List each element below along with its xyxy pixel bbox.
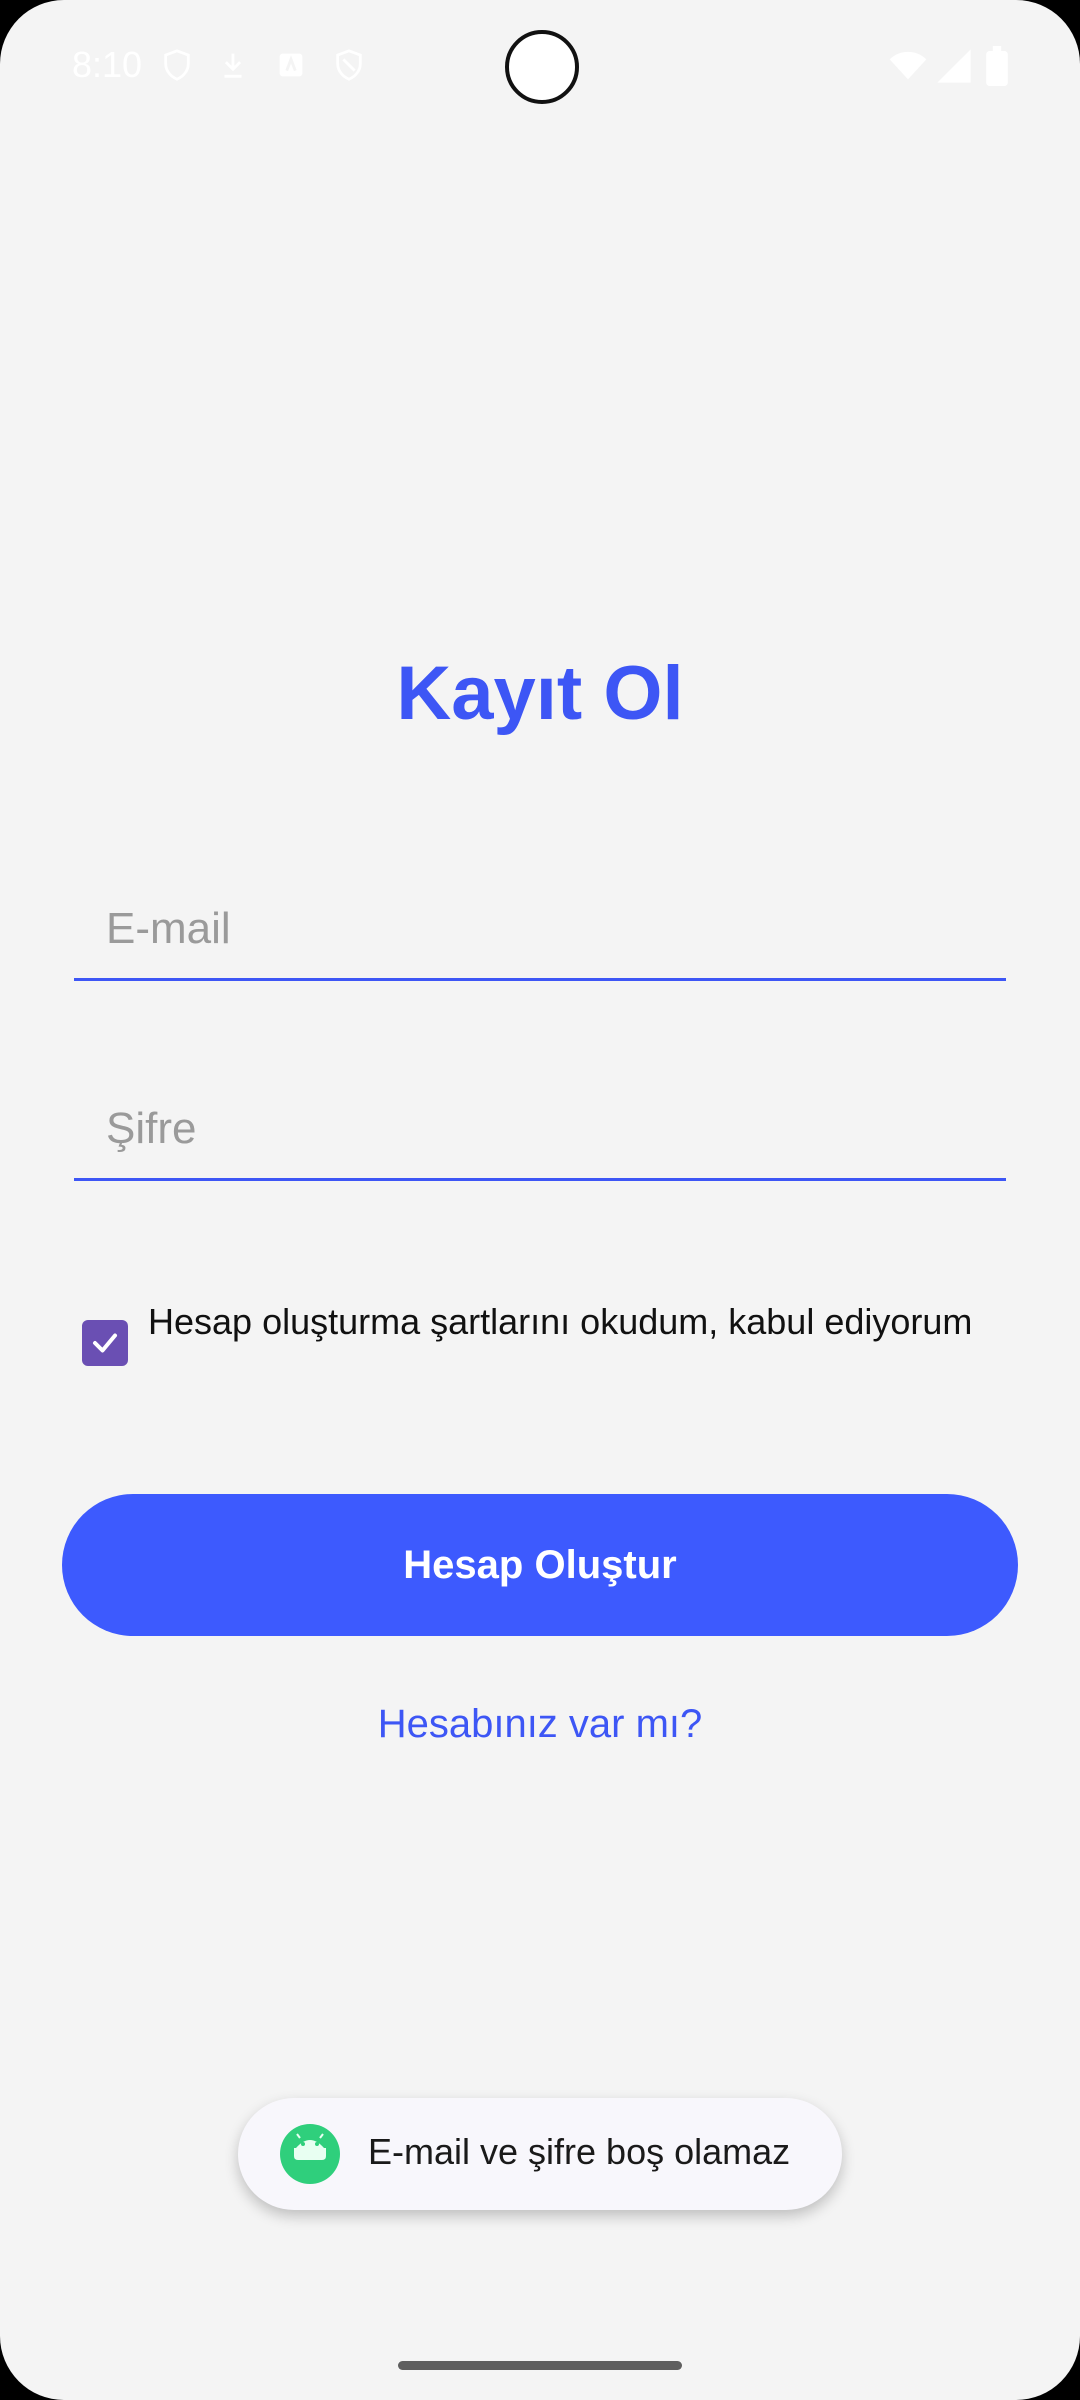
status-time: 8:10: [72, 44, 143, 85]
download-icon: [216, 48, 250, 82]
email-input[interactable]: [104, 896, 988, 962]
toast-message: E-mail ve şifre boş olamaz: [368, 2131, 791, 2172]
shield-icon: [332, 48, 366, 82]
terms-label: Hesap oluşturma şartlarını okudum, kabul…: [148, 1301, 973, 1342]
terms-checkbox[interactable]: [82, 1320, 128, 1366]
toast: E-mail ve şifre boş olamaz: [238, 2098, 842, 2210]
status-bar: 8:10: [0, 0, 1080, 130]
page-title: Kayıt Ol: [396, 651, 684, 736]
screen: 8:10 Kayıt Ol E-mail Hesap oluşturma şar…: [0, 0, 1080, 2400]
password-field[interactable]: [74, 1058, 1006, 1181]
home-indicator[interactable]: [398, 2361, 682, 2370]
login-link[interactable]: Hesabınız var mı?: [0, 1702, 1080, 1747]
app-notification-icon: [274, 48, 308, 82]
password-input[interactable]: [104, 1096, 988, 1162]
create-account-button[interactable]: Hesap Oluştur: [62, 1494, 1018, 1636]
email-field[interactable]: [74, 858, 1006, 981]
camera-cutout: [505, 30, 579, 104]
battery-icon: [984, 46, 1010, 86]
checkmark-icon: [93, 1333, 117, 1353]
shield-icon: [160, 48, 194, 82]
signal-icon: [934, 46, 974, 86]
wifi-icon: [888, 46, 928, 86]
android-icon: [280, 2124, 340, 2184]
